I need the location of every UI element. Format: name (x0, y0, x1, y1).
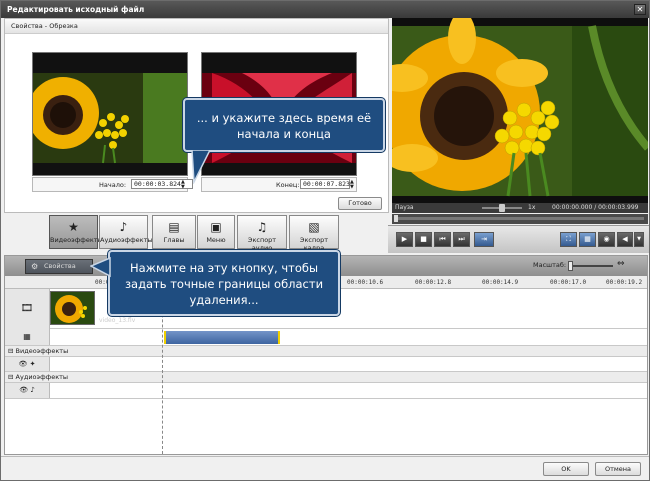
dialog-footer: OK Отмена (1, 456, 649, 480)
seek-bar[interactable] (392, 214, 648, 224)
end-time-label: Конец: (276, 181, 300, 189)
close-icon[interactable]: ✕ (634, 4, 646, 15)
editor-header: Свойства - Обрезка (5, 19, 388, 34)
cancel-button[interactable]: Отмена (595, 462, 641, 476)
menu-button[interactable]: ▣ Меню (197, 215, 235, 249)
stop-icon[interactable]: ■ (415, 232, 432, 247)
clip-thumbnail[interactable] (50, 291, 95, 325)
aspect-icon[interactable]: ▦ (579, 232, 596, 247)
film-icon: 🎞 (5, 289, 50, 329)
video-effects-button[interactable]: ★ Видеоэффекты (49, 215, 103, 249)
scale-slider[interactable] (571, 265, 613, 267)
properties-label: Свойства (44, 262, 76, 270)
selected-region-bar[interactable] (164, 331, 280, 344)
export-frame-button[interactable]: ▧ Экспорт кадра (289, 215, 339, 252)
export-audio-button[interactable]: ♫ Экспорт аудио (237, 215, 287, 252)
callout-pointer-icon (191, 150, 211, 184)
scale-slider-thumb[interactable] (568, 261, 573, 271)
player-time: 00:00:00.000 / 00:00:03.999 (552, 204, 639, 211)
seek-thumb[interactable] (394, 215, 398, 222)
audio-effects-track: 👁 ♪ (5, 383, 647, 399)
export-frame-icon: ▧ (308, 220, 320, 234)
start-time-spinner-icon[interactable]: ▲ ▼ (181, 180, 187, 190)
tick-label: 00:00:12.8 (415, 279, 452, 286)
end-time-input[interactable]: 00:00:07.823 (300, 179, 350, 189)
video-effects-section-label: Видеоэффекты (15, 347, 69, 355)
chapters-icon: ▤ (168, 220, 180, 234)
tick-label: 00:00:10.6 (347, 279, 384, 286)
window-title: Редактировать исходный файл (1, 1, 649, 18)
next-icon[interactable]: ⏭ (453, 232, 470, 247)
start-time-field: Начало: 00:00:03.824 ▲ ▼ (32, 177, 193, 192)
speed-slider-thumb[interactable] (499, 204, 505, 212)
done-button[interactable]: Готово (338, 197, 382, 210)
scale-label: Масштаб: (533, 261, 567, 269)
menu-label: Меню (206, 236, 226, 244)
collapse-icon[interactable]: ⊟ (8, 347, 13, 355)
clip-name: video_13.flv (99, 317, 136, 324)
callout-time-hint: ... и укажите здесь время её начала и ко… (183, 98, 385, 152)
chapters-label: Главы (163, 236, 185, 244)
prev-icon[interactable]: ⏮ (434, 232, 451, 247)
tick-label: 00:00:14.9 (482, 279, 519, 286)
end-time-field: Конец: 00:00:07.823 ▲ ▼ (201, 177, 357, 192)
properties-icon: ⚙ (31, 262, 39, 271)
tick-label: 00:00:17.0 (550, 279, 587, 286)
play-icon[interactable]: ▶ (396, 232, 413, 247)
volume-dropdown-icon[interactable]: ▼ (634, 232, 644, 247)
collapse-icon[interactable]: ⊟ (8, 373, 13, 381)
chapters-button[interactable]: ▤ Главы (152, 215, 196, 249)
player-status: Пауза (395, 204, 414, 211)
snapshot-icon[interactable]: ◉ (598, 232, 615, 247)
video-effects-track-icons: 👁 ✦ (5, 357, 50, 371)
video-effects-section[interactable]: ⊟ Видеоэффекты (5, 346, 647, 357)
video-effects-track: 👁 ✦ (5, 357, 647, 372)
audio-effects-icon: ♪ (119, 220, 128, 234)
audio-effects-button[interactable]: ♪ Аудиоэффекты (99, 215, 153, 249)
start-frame-thumbnail (32, 52, 188, 176)
audio-track: ▦ (5, 329, 647, 346)
video-effects-icon: ★ (68, 220, 79, 234)
edit-source-window: Редактировать исходный файл ✕ Свойства -… (0, 0, 650, 481)
player-status-bar: Пауза 1x 00:00:00.000 / 00:00:03.999 (392, 203, 648, 213)
callout-pointer-icon (90, 256, 111, 278)
video-effects-label: Видеоэффекты (50, 236, 103, 244)
video-preview (392, 18, 648, 203)
ok-button[interactable]: OK (543, 462, 589, 476)
audio-effects-section-label: Аудиоэффекты (15, 373, 69, 381)
end-time-spinner-icon[interactable]: ▲ ▼ (350, 180, 356, 190)
player-speed: 1x (528, 204, 536, 211)
properties-button[interactable]: ⚙ Свойства (25, 259, 93, 274)
fullscreen-icon[interactable]: ⛶ (560, 232, 577, 247)
start-time-label: Начало: (99, 181, 127, 189)
export-audio-icon: ♫ (256, 220, 268, 234)
player-controls: ▶ ■ ⏮ ⏭ ⇥ ⛶ ▦ ◉ ◀ ▼ (388, 225, 649, 253)
audio-track-icon: ▦ (5, 329, 50, 345)
menu-icon: ▣ (210, 220, 222, 234)
fit-zoom-icon[interactable]: ⇔ (617, 259, 625, 269)
frame-step-icon[interactable]: ⇥ (474, 232, 494, 247)
audio-effects-label: Аудиоэффекты (100, 236, 153, 244)
tick-label: 00:00:19.2 (606, 279, 643, 286)
volume-icon[interactable]: ◀ (617, 232, 633, 247)
audio-effects-track-icons: 👁 ♪ (5, 383, 50, 398)
callout-properties-hint: Нажмите на эту кнопку, чтобы задать точн… (108, 250, 340, 316)
audio-effects-section[interactable]: ⊟ Аудиоэффекты (5, 372, 647, 383)
